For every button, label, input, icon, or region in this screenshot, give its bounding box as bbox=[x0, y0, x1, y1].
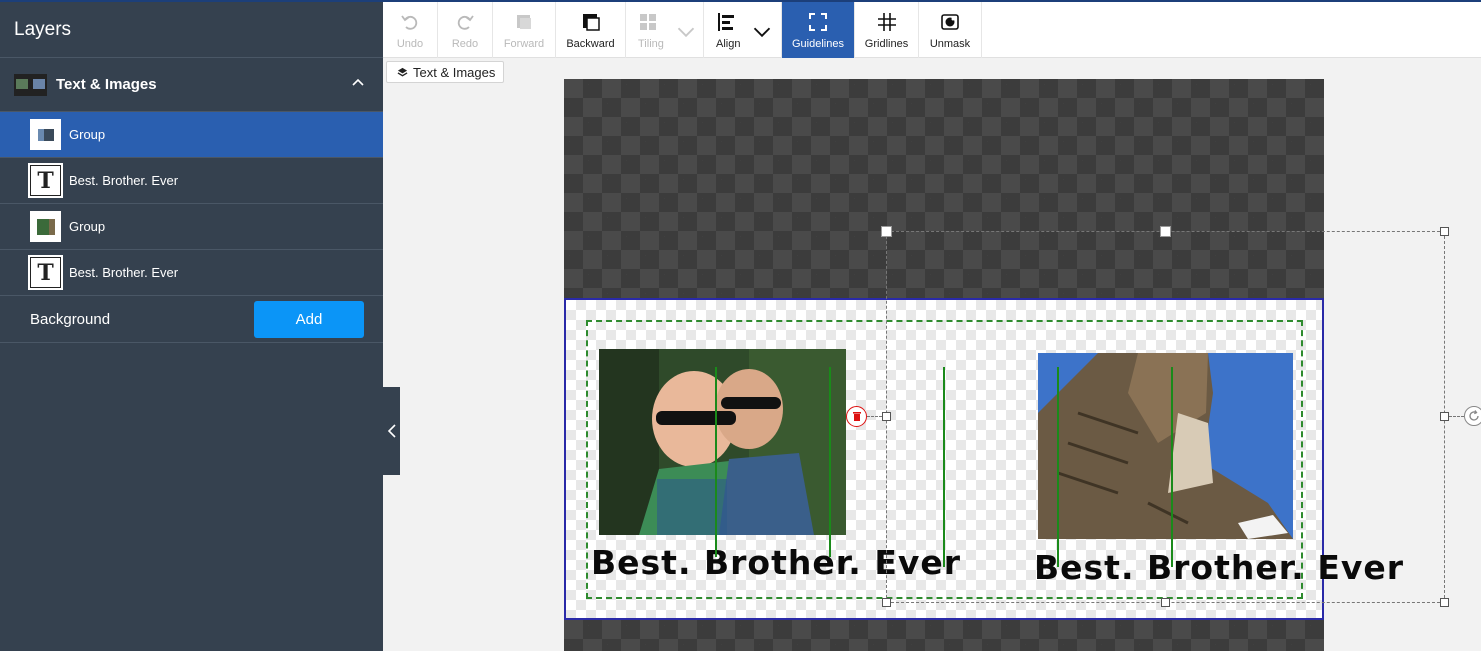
rotate-icon[interactable] bbox=[1464, 406, 1481, 426]
resize-handle[interactable] bbox=[882, 412, 891, 421]
resize-handle[interactable] bbox=[882, 598, 891, 607]
layer-thumbnail bbox=[30, 119, 61, 150]
background-row: Background Add bbox=[0, 296, 383, 343]
align-icon bbox=[718, 13, 734, 31]
backward-button[interactable]: Backward bbox=[556, 2, 626, 58]
gridlines-button[interactable]: Gridlines bbox=[855, 2, 919, 58]
selection-box[interactable] bbox=[886, 231, 1445, 603]
layer-label: Best. Brother. Ever bbox=[69, 173, 179, 188]
unmask-icon bbox=[941, 14, 959, 30]
canvas-bleed-bottom bbox=[564, 620, 1324, 651]
resize-handle[interactable] bbox=[1440, 598, 1449, 607]
alignment-guide bbox=[715, 367, 717, 557]
text-layer-icon: T bbox=[28, 163, 63, 198]
grid-icon bbox=[877, 13, 896, 31]
redo-button[interactable]: Redo bbox=[438, 2, 493, 58]
layer-item-text-2[interactable]: T Best. Brother. Ever bbox=[0, 250, 383, 296]
photo-kids-image bbox=[599, 349, 846, 535]
chevron-down-icon bbox=[677, 27, 695, 38]
handle-connector bbox=[1449, 416, 1464, 417]
resize-handle[interactable] bbox=[1440, 412, 1449, 421]
send-backward-icon bbox=[582, 14, 600, 31]
toolbar: Undo Redo Forward Backward Tiling Align … bbox=[383, 0, 1481, 58]
layer-item-group-2[interactable]: Group bbox=[0, 204, 383, 250]
unmask-button[interactable]: Unmask bbox=[919, 2, 982, 58]
add-background-button[interactable]: Add bbox=[254, 301, 364, 338]
trash-icon[interactable] bbox=[846, 406, 867, 427]
layer-item-group-1[interactable]: Group bbox=[0, 112, 383, 158]
resize-handle[interactable] bbox=[1161, 227, 1170, 236]
handle-connector bbox=[867, 416, 882, 417]
collapse-panel-tab[interactable] bbox=[383, 387, 400, 475]
layer-label: Group bbox=[69, 127, 106, 142]
bring-forward-icon bbox=[517, 15, 531, 29]
text-layer-icon: T bbox=[28, 255, 63, 290]
layer-label: Best. Brother. Ever bbox=[69, 265, 179, 280]
chevron-left-icon bbox=[387, 424, 396, 438]
background-label: Background bbox=[30, 310, 111, 328]
breadcrumb-label: Text & Images bbox=[413, 64, 496, 80]
align-button[interactable]: Align bbox=[704, 2, 782, 58]
section-label: Text & Images bbox=[56, 76, 157, 93]
resize-handle[interactable] bbox=[1161, 598, 1170, 607]
photo-two-boys[interactable] bbox=[599, 349, 846, 535]
layer-item-text-1[interactable]: T Best. Brother. Ever bbox=[0, 158, 383, 204]
forward-button[interactable]: Forward bbox=[493, 2, 556, 58]
guidelines-icon bbox=[809, 13, 827, 31]
section-thumbnail bbox=[14, 73, 47, 96]
chevron-down-icon bbox=[753, 27, 771, 38]
redo-icon bbox=[457, 15, 474, 30]
alignment-guide bbox=[829, 367, 831, 557]
undo-button[interactable]: Undo bbox=[383, 2, 438, 58]
layer-thumbnail bbox=[30, 211, 61, 242]
breadcrumb[interactable]: Text & Images bbox=[386, 61, 505, 83]
resize-handle[interactable] bbox=[882, 227, 891, 236]
layer-section-text-images[interactable]: Text & Images bbox=[0, 58, 383, 112]
tiling-icon bbox=[640, 14, 656, 30]
layers-icon bbox=[397, 67, 408, 76]
panel-title: Layers bbox=[0, 2, 383, 58]
chevron-up-icon[interactable] bbox=[351, 75, 365, 89]
guidelines-button[interactable]: Guidelines bbox=[782, 2, 855, 58]
undo-icon bbox=[401, 15, 418, 30]
layer-label: Group bbox=[69, 219, 106, 234]
layers-panel: Layers Text & Images Group T Best. Broth… bbox=[0, 0, 383, 651]
resize-handle[interactable] bbox=[1440, 227, 1449, 236]
tiling-button[interactable]: Tiling bbox=[626, 2, 704, 58]
